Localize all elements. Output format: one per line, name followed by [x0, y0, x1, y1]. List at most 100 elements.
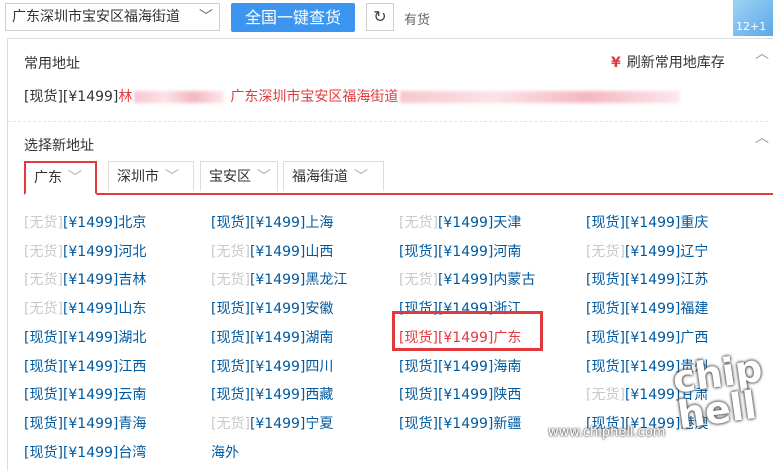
tab-city-label: 深圳市 — [117, 169, 159, 185]
region-price: [¥1499] — [624, 244, 681, 260]
region-item[interactable]: 海外 — [211, 442, 239, 462]
region-name: 四川 — [305, 359, 334, 375]
region-stock: [现货] — [586, 301, 625, 317]
tab-city[interactable]: 深圳市 ﹀ — [108, 161, 194, 191]
region-price: [¥1499] — [249, 330, 306, 346]
collapse-new-icon[interactable]: ︿ — [755, 127, 769, 147]
region-price: [¥1499] — [437, 359, 494, 375]
region-stock: [无货] — [24, 215, 63, 231]
recent-address-item[interactable]: [现货][¥1499]林 广东深圳市宝安区福海街道 — [24, 86, 681, 106]
region-item[interactable]: [无货][¥1499]黑龙江 — [211, 269, 347, 289]
address-select-value: 广东深圳市宝安区福海街道 — [12, 9, 180, 25]
region-item[interactable]: [现货][¥1499]上海 — [211, 212, 333, 232]
region-item[interactable]: [现货][¥1499]云南 — [24, 384, 146, 404]
watermark-url: www.chiphell.com — [548, 425, 666, 440]
region-item[interactable]: [现货][¥1499]江苏 — [586, 269, 708, 289]
region-item[interactable]: [现货][¥1499]新疆 — [399, 413, 521, 433]
region-name: 上海 — [305, 215, 334, 231]
region-name: 吉林 — [118, 272, 147, 288]
region-item[interactable]: [现货][¥1499]福建 — [586, 298, 708, 318]
ad-thumbnail[interactable]: 12+1件 — [733, 0, 773, 36]
region-stock: [现货] — [586, 272, 625, 288]
region-price: [¥1499] — [437, 272, 494, 288]
region-name: 河南 — [493, 244, 522, 260]
tab-district[interactable]: 宝安区 ﹀ — [200, 161, 278, 191]
region-item[interactable]: [无货][¥1499]内蒙古 — [399, 269, 535, 289]
address-select[interactable]: 广东深圳市宝安区福海街道 ﹀ — [5, 3, 220, 31]
region-item[interactable]: [现货][¥1499]海南 — [399, 356, 521, 376]
region-price: [¥1499] — [249, 244, 306, 260]
region-item[interactable]: [无货][¥1499]天津 — [399, 212, 521, 232]
chevron-down-icon: ﹀ — [68, 170, 82, 186]
region-name: 云南 — [118, 387, 147, 403]
region-stock: [现货] — [211, 387, 250, 403]
ad-text: 12+1件 — [736, 20, 767, 36]
region-item[interactable]: [无货][¥1499]北京 — [24, 212, 146, 232]
region-price: [¥1499] — [624, 272, 681, 288]
redacted-detail — [400, 91, 681, 103]
region-stock: [无货] — [211, 244, 250, 260]
region-item[interactable]: [现货][¥1499]安徽 — [211, 298, 333, 318]
recent-area: 广东深圳市宝安区福海街道 — [230, 89, 399, 105]
region-item[interactable]: [无货][¥1499]河北 — [24, 241, 146, 261]
tab-province[interactable]: 广东 ﹀ — [24, 161, 97, 195]
region-price: [¥1499] — [624, 387, 681, 403]
region-item[interactable]: [现货][¥1499]青海 — [24, 413, 146, 433]
refresh-recent-stock-button[interactable]: ¥ 刷新常用地库存 — [611, 52, 725, 72]
region-stock: [无货] — [211, 272, 250, 288]
region-stock: [现货] — [24, 330, 63, 346]
recent-address-title: 常用地址 — [24, 56, 80, 72]
check-all-button[interactable]: 全国一键查货 — [231, 3, 355, 32]
region-stock: [现货] — [24, 387, 63, 403]
region-item[interactable]: [无货][¥1499]山东 — [24, 298, 146, 318]
chevron-down-icon: ﹀ — [354, 169, 368, 185]
region-item[interactable]: [无货][¥1499]吉林 — [24, 269, 146, 289]
region-name: 安徽 — [305, 301, 334, 317]
address-dropdown-panel: 常用地址 ︿ ¥ 刷新常用地库存 [现货][¥1499]林 广东深圳市宝安区福海街道… — [7, 38, 773, 471]
yen-icon: ¥ — [611, 55, 621, 71]
region-price: [¥1499] — [62, 359, 119, 375]
region-stock: [现货] — [211, 301, 250, 317]
region-item[interactable]: [现货][¥1499]西藏 — [211, 384, 333, 404]
collapse-recent-icon[interactable]: ︿ — [755, 43, 769, 63]
region-name: 湖北 — [118, 330, 147, 346]
tab-street[interactable]: 福海街道 ﹀ — [283, 161, 384, 191]
region-item[interactable]: [无货][¥1499]辽宁 — [586, 241, 708, 261]
region-item[interactable]: [无货][¥1499]宁夏 — [211, 413, 333, 433]
region-item[interactable]: [现货][¥1499]河南 — [399, 241, 521, 261]
region-stock: [现货] — [399, 387, 438, 403]
region-name: 西藏 — [305, 387, 334, 403]
region-item[interactable]: [现货][¥1499]湖南 — [211, 327, 333, 347]
redacted-name — [134, 91, 225, 103]
chevron-down-icon: ﹀ — [199, 9, 213, 25]
region-name: 山东 — [118, 301, 147, 317]
region-stock: [现货] — [24, 416, 63, 432]
region-item[interactable]: [现货][¥1499]四川 — [211, 356, 333, 376]
region-price: [¥1499] — [624, 215, 681, 231]
stock-status: 有货 — [404, 13, 431, 28]
region-item[interactable]: [现货][¥1499]陕西 — [399, 384, 521, 404]
region-item[interactable]: [现货][¥1499]湖北 — [24, 327, 146, 347]
region-name: 海外 — [211, 445, 239, 461]
top-bar: 广东深圳市宝安区福海街道 ﹀ 全国一键查货 ↻ 有货 12+1件 — [0, 0, 773, 36]
region-tabs: 广东 ﹀ 深圳市 ﹀ 宝安区 ﹀ 福海街道 ﹀ — [24, 161, 773, 195]
region-name: 广西 — [680, 330, 709, 346]
region-item[interactable]: [现货][¥1499]重庆 — [586, 212, 708, 232]
region-item[interactable]: [现货][¥1499]江西 — [24, 356, 146, 376]
refresh-recent-stock-label: 刷新常用地库存 — [626, 55, 725, 71]
refresh-icon[interactable]: ↻ — [366, 3, 394, 31]
region-stock: [现货] — [211, 330, 250, 346]
region-name: 台湾 — [118, 445, 147, 461]
region-item[interactable]: [现货][¥1499]台湾 — [24, 442, 146, 462]
watermark-logo: chip hell — [669, 345, 765, 438]
region-name: 北京 — [118, 215, 147, 231]
region-stock: [无货] — [24, 301, 63, 317]
region-stock: [现货] — [24, 359, 63, 375]
region-item[interactable]: [无货][¥1499]山西 — [211, 241, 333, 261]
section-divider — [8, 121, 768, 122]
region-stock: [无货] — [24, 272, 63, 288]
region-name: 青海 — [118, 416, 147, 432]
region-item[interactable]: [现货][¥1499]广西 — [586, 327, 708, 347]
region-price: [¥1499] — [249, 215, 306, 231]
region-price: [¥1499] — [62, 445, 119, 461]
